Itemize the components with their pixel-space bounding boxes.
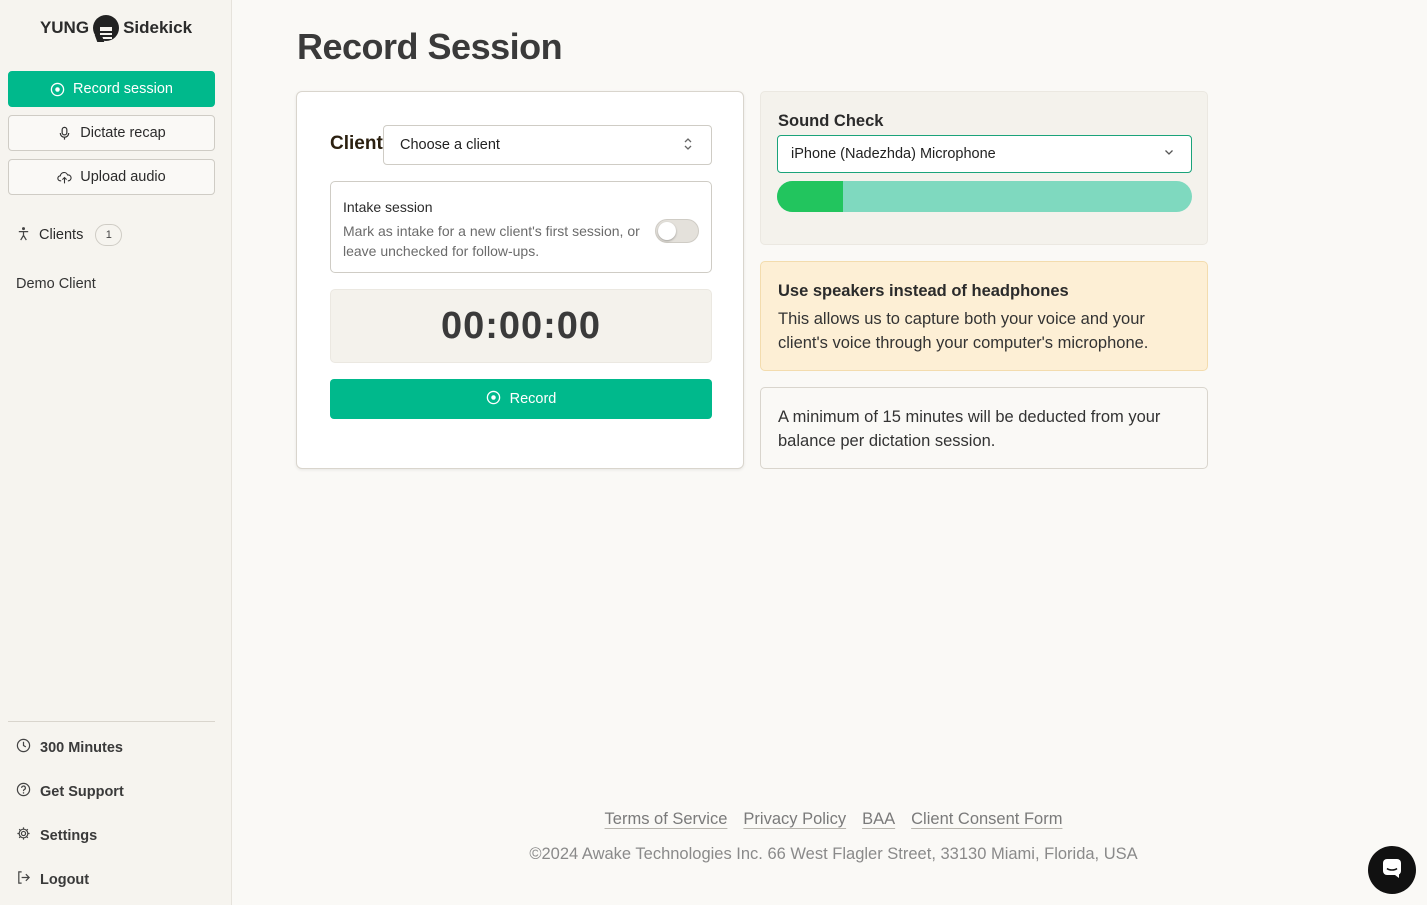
upload-audio-label: Upload audio [80,169,166,185]
client-consent-form-link[interactable]: Client Consent Form [911,810,1062,829]
intake-session-box: Intake session Mark as intake for a new … [330,181,712,273]
speaker-warning-card: Use speakers instead of headphones This … [760,261,1208,371]
chat-bubble-icon [93,15,120,41]
record-session-label: Record session [73,81,173,97]
session-timer: 00:00:00 [330,289,712,363]
microphone-select-value: iPhone (Nadezhda) Microphone [791,146,996,162]
privacy-policy-link[interactable]: Privacy Policy [743,810,846,829]
client-select[interactable]: Choose a client [383,125,712,165]
person-icon [16,226,31,245]
record-card: Client Choose a client Intake session Ma… [296,91,744,469]
record-label: Record [509,391,557,407]
brand-name-right: Sidekick [123,18,193,37]
brand-logo[interactable]: YUNG Sidekick [0,14,232,42]
client-label: Client [330,133,383,154]
info-body: A minimum of 15 minutes will be deducted… [778,408,1161,450]
logout-label: Logout [40,871,90,888]
brand-name-left: YUNG [39,18,90,37]
sidebar-item-demo-client[interactable]: Demo Client [16,276,96,292]
footer-links: Terms of Service Privacy Policy BAA Clie… [0,810,1427,829]
record-button[interactable]: Record [330,379,712,419]
logout-link[interactable]: Logout [16,870,89,889]
help-circle-icon [16,782,31,801]
minutes-label: 300 Minutes [40,739,123,756]
microphone-select[interactable]: iPhone (Nadezhda) Microphone [777,135,1192,173]
dictate-recap-label: Dictate recap [80,125,166,141]
sidebar-divider [8,721,215,722]
upload-audio-button[interactable]: Upload audio [8,159,215,195]
record-circle-icon [50,82,65,97]
warning-title: Use speakers instead of headphones [778,282,1069,300]
minimum-deduction-card: A minimum of 15 minutes will be deducted… [760,387,1208,469]
chevron-down-icon [1163,146,1175,161]
intake-description: Mark as intake for a new client's first … [343,223,640,259]
get-support-link[interactable]: Get Support [16,782,124,801]
chat-launcher-button[interactable] [1368,846,1416,894]
sound-check-title: Sound Check [778,112,884,130]
get-support-label: Get Support [40,783,124,800]
clients-count-badge: 1 [95,224,123,246]
intake-title: Intake session [343,199,433,215]
warning-body: This allows us to capture both your voic… [778,310,1149,352]
intake-toggle[interactable] [655,219,699,243]
sidebar: YUNG Sidekick Record session Dictate rec… [0,0,232,905]
clients-header[interactable]: Clients 1 [16,224,123,246]
sound-check-card: Sound Check iPhone (Nadezhda) Microphone [760,91,1208,245]
clock-icon [16,738,31,757]
baa-link[interactable]: BAA [862,810,895,829]
cloud-upload-icon [57,170,72,185]
clients-label: Clients [39,227,84,243]
client-select-value: Choose a client [400,137,500,153]
chevron-up-down-icon [683,137,693,153]
settings-label: Settings [40,827,98,844]
minutes-balance[interactable]: 300 Minutes [16,738,123,757]
dictate-recap-button[interactable]: Dictate recap [8,115,215,151]
audio-level-meter [777,181,1192,212]
terms-of-service-link[interactable]: Terms of Service [605,810,728,829]
microphone-icon [57,126,72,141]
page-title: Record Session [297,26,563,67]
audio-level-fill [777,181,844,212]
logout-icon [16,870,31,889]
chat-launcher-icon [1380,856,1404,885]
copyright: ©2024 Awake Technologies Inc. 66 West Fl… [529,845,1138,863]
record-session-button[interactable]: Record session [8,71,215,107]
record-circle-icon [486,390,501,409]
